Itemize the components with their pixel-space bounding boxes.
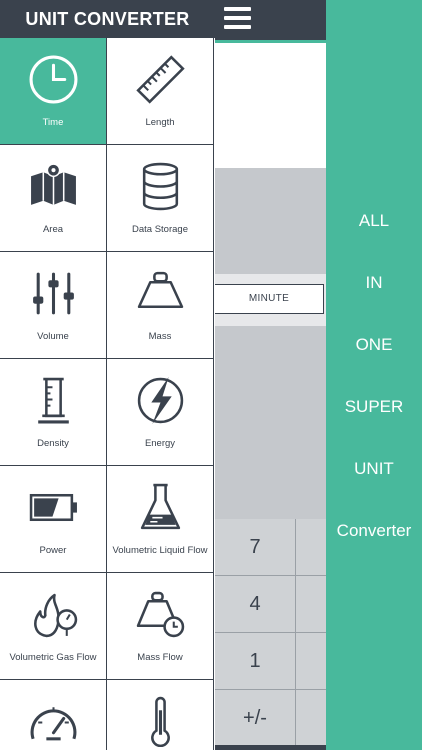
promo-word-one: ONE: [355, 335, 393, 354]
result-display: [215, 43, 326, 168]
category-label: Volume: [37, 331, 69, 342]
category-label: Mass Flow: [137, 652, 183, 663]
map-icon: [31, 163, 76, 205]
category-tile-volumetric-gas-flow[interactable]: Volumetric Gas Flow: [0, 573, 107, 680]
category-tile-mass-flow[interactable]: Mass Flow: [107, 573, 214, 680]
unit-selector-minute[interactable]: MINUTE: [215, 284, 324, 314]
key-0[interactable]: [296, 690, 326, 747]
gas-flame-gauge-icon: [34, 593, 78, 638]
category-label: Time: [42, 117, 64, 128]
database-icon: [142, 162, 179, 211]
category-label: Power: [39, 545, 67, 556]
category-tile-speed[interactable]: [0, 680, 107, 750]
flask-icon: [140, 483, 181, 530]
input-display[interactable]: [215, 168, 326, 274]
category-label: Energy: [144, 438, 176, 449]
promo-word-all: ALL: [358, 211, 390, 230]
promo-word-in: IN: [365, 273, 383, 292]
category-tile-energy[interactable]: Energy: [107, 359, 214, 466]
category-tile-length[interactable]: Length: [107, 38, 214, 145]
sliders-icon: [33, 272, 74, 315]
category-label: Area: [42, 224, 64, 235]
category-tile-mass[interactable]: Mass: [107, 252, 214, 359]
promo-word-converter: Converter: [336, 521, 412, 540]
category-label: Volumetric Gas Flow: [9, 652, 97, 663]
lightning-icon: [137, 377, 184, 424]
bottom-bar: [215, 745, 326, 750]
category-tile-volume[interactable]: Volume: [0, 252, 107, 359]
promo-panel: ALL IN ONE SUPER UNIT Converter: [326, 0, 422, 750]
category-drawer: UNIT CONVERTER Time Length Area Data Sto…: [0, 0, 215, 750]
category-label: Density: [37, 438, 69, 449]
promo-word-super: SUPER: [344, 397, 404, 416]
speedometer-icon: [30, 707, 77, 741]
clock-icon: [29, 55, 78, 104]
category-tile-density[interactable]: Density: [0, 359, 107, 466]
key-8[interactable]: [296, 519, 326, 576]
keypad: 7 4 1 +/-: [215, 519, 326, 750]
key-plus-minus[interactable]: +/-: [215, 690, 296, 747]
category-label: Data Storage: [132, 224, 188, 235]
category-tile-time[interactable]: Time: [0, 38, 107, 145]
hamburger-menu-icon[interactable]: [224, 7, 251, 31]
conversion-list-area: [215, 326, 326, 519]
category-label: Mass: [148, 331, 172, 342]
app-title: UNIT CONVERTER: [25, 9, 190, 29]
graduated-cylinder-icon: [38, 377, 69, 424]
key-1[interactable]: 1: [215, 633, 296, 690]
category-tile-data-storage[interactable]: Data Storage: [107, 145, 214, 252]
category-tile-temperature[interactable]: [107, 680, 214, 750]
category-label: Volumetric Liquid Flow: [112, 545, 208, 556]
thermometer-icon: [151, 696, 170, 747]
key-5[interactable]: [296, 576, 326, 633]
drawer-header: UNIT CONVERTER: [0, 0, 215, 38]
category-tile-area[interactable]: Area: [0, 145, 107, 252]
key-2[interactable]: [296, 633, 326, 690]
ruler-icon: [136, 55, 185, 104]
category-tile-volumetric-liquid-flow[interactable]: Volumetric Liquid Flow: [107, 466, 214, 573]
key-7[interactable]: 7: [215, 519, 296, 576]
weight-clock-icon: [136, 591, 185, 638]
key-4[interactable]: 4: [215, 576, 296, 633]
category-label: Length: [145, 117, 175, 128]
category-tile-power[interactable]: Power: [0, 466, 107, 573]
weight-icon: [137, 271, 184, 309]
promo-word-unit: UNIT: [354, 459, 394, 478]
battery-icon: [29, 493, 77, 522]
